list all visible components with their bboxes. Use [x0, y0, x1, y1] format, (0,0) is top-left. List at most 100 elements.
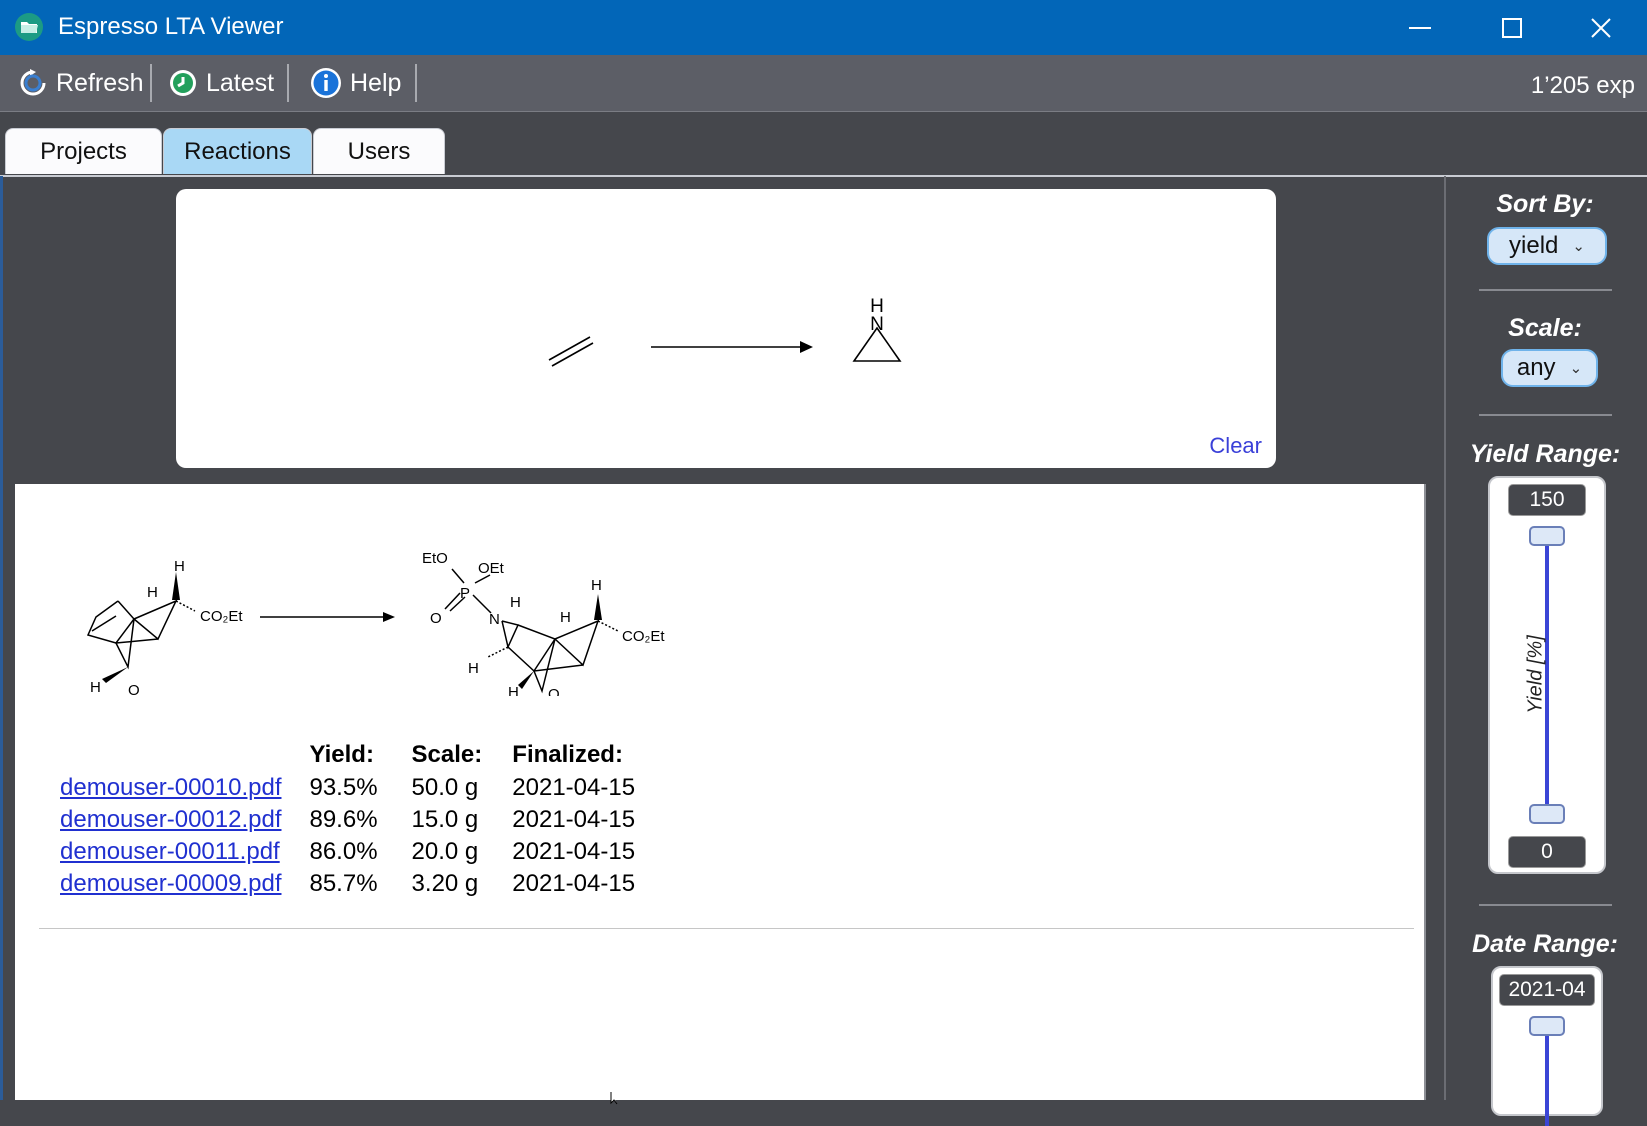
- tab-reactions[interactable]: Reactions: [163, 128, 312, 174]
- minimize-button[interactable]: [1374, 0, 1466, 55]
- finalized-cell: 2021-04-15: [512, 806, 636, 833]
- mouse-cursor-icon: [610, 1092, 618, 1105]
- scheme-reaction-arrow: [260, 612, 395, 622]
- title-bar: Espresso LTA Viewer: [0, 0, 1647, 55]
- help-button[interactable]: Help: [310, 63, 401, 103]
- sidebar-separator: [1479, 289, 1612, 291]
- sort-by-select[interactable]: yield ⌄: [1487, 227, 1607, 265]
- yield-max-value: 150: [1508, 484, 1586, 516]
- product-oet-label: OEt: [478, 560, 505, 577]
- product-wedge-bond: [518, 671, 534, 689]
- sort-by-label: Sort By:: [1496, 190, 1594, 218]
- table-row: demouser-00009.pdf 85.7% 3.20 g 2021-04-…: [60, 868, 669, 900]
- reactant-wedge-bond: [102, 667, 128, 683]
- product-wedge-bond: [594, 594, 602, 620]
- reactant-h-label: H: [90, 679, 101, 696]
- sort-by-value: yield: [1509, 232, 1559, 259]
- results-panel: H H H O CO₂Et EtO OEt P O N H H H H H O …: [15, 484, 1426, 1105]
- yield-min-handle[interactable]: [1529, 804, 1565, 824]
- tab-users[interactable]: Users: [313, 128, 445, 174]
- date-range-label: Date Range:: [1472, 930, 1618, 958]
- result-divider: [39, 928, 1414, 929]
- scale-label: Scale:: [1508, 314, 1582, 342]
- clear-query-button[interactable]: Clear: [1209, 433, 1262, 459]
- product-ester-label: CO₂Et: [622, 628, 665, 645]
- finalized-cell: 2021-04-15: [512, 870, 636, 897]
- scale-value: any: [1516, 354, 1556, 381]
- ethylene-structure: [548, 336, 594, 367]
- scale-cell: 20.0 g: [411, 838, 479, 865]
- maximize-button[interactable]: [1466, 0, 1558, 55]
- chevron-down-icon: ⌄: [1569, 360, 1583, 377]
- table-row: demouser-00012.pdf 89.6% 15.0 g 2021-04-…: [60, 804, 669, 836]
- minimize-icon: [1409, 26, 1431, 29]
- pdf-link[interactable]: demouser-00010.pdf: [60, 774, 281, 801]
- reactant-structure: [86, 599, 196, 670]
- yield-cell: 93.5%: [309, 774, 378, 801]
- experiment-count: 1’205 exp: [1530, 72, 1635, 99]
- date-range-slider[interactable]: 2021-04: [1491, 966, 1603, 1126]
- query-reaction-drawing: H N: [548, 296, 902, 367]
- sidebar-separator: [1479, 414, 1612, 416]
- aziridine-n-label: N: [870, 314, 884, 335]
- reactant-h-label: H: [174, 558, 185, 575]
- scale-select[interactable]: any ⌄: [1501, 349, 1598, 387]
- product-h-label: H: [591, 577, 602, 594]
- tab-underline: [0, 175, 1647, 177]
- product-h-label: H: [560, 609, 571, 626]
- yield-min-value: 0: [1508, 836, 1586, 868]
- toolbar-separator: [415, 64, 417, 102]
- table-row: demouser-00010.pdf 93.5% 50.0 g 2021-04-…: [60, 772, 669, 804]
- reactant-h-label: H: [147, 584, 158, 601]
- maximize-icon: [1502, 17, 1522, 38]
- date-max-value: 2021-04: [1499, 974, 1595, 1006]
- scale-cell: 15.0 g: [411, 806, 479, 833]
- tab-projects[interactable]: Projects: [5, 128, 162, 174]
- reactant-ester-label: CO₂Et: [200, 608, 243, 625]
- toolbar-separator: [150, 64, 152, 102]
- yield-max-handle[interactable]: [1529, 526, 1565, 546]
- yield-cell: 89.6%: [309, 806, 378, 833]
- header-finalized: Finalized:: [512, 741, 623, 768]
- app-folder-icon: [15, 13, 43, 41]
- close-icon: [1591, 17, 1611, 38]
- refresh-button[interactable]: Refresh: [18, 63, 144, 103]
- close-button[interactable]: [1555, 0, 1647, 55]
- reaction-scheme-drawing: H H H O CO₂Et EtO OEt P O N H H H H H O …: [86, 550, 665, 696]
- chevron-down-icon: ⌄: [1572, 238, 1585, 255]
- yield-cell: 85.7%: [309, 870, 378, 897]
- sidebar-divider: [1444, 176, 1446, 1100]
- experiments-table: Yield: Scale: Finalized: demouser-00010.…: [60, 740, 669, 900]
- header-file: [60, 740, 309, 772]
- product-h-label: H: [510, 594, 521, 611]
- yield-axis-caption: Yield [%]: [1524, 635, 1547, 714]
- product-p-label: P: [460, 585, 470, 602]
- pdf-link[interactable]: demouser-00009.pdf: [60, 870, 281, 897]
- reactant-o-label: O: [128, 682, 140, 696]
- pdf-link[interactable]: demouser-00011.pdf: [60, 838, 280, 865]
- product-eto-label: EtO: [422, 550, 448, 567]
- pdf-link[interactable]: demouser-00012.pdf: [60, 806, 281, 833]
- scale-cell: 3.20 g: [411, 870, 479, 897]
- finalized-cell: 2021-04-15: [512, 838, 636, 865]
- info-icon: [311, 68, 341, 98]
- refresh-label: Refresh: [56, 68, 144, 97]
- window-left-border: [0, 176, 3, 1100]
- date-max-handle[interactable]: [1529, 1016, 1565, 1036]
- history-clock-icon: [170, 70, 196, 96]
- query-reaction-arrow: [651, 341, 813, 353]
- toolbar: Refresh Latest Help 1’205 exp: [0, 55, 1647, 112]
- reaction-query-panel[interactable]: H N Clear: [176, 189, 1276, 468]
- latest-button[interactable]: Latest: [168, 63, 274, 103]
- yield-range-slider[interactable]: 150 Yield [%] 0: [1488, 476, 1606, 874]
- latest-label: Latest: [206, 68, 275, 97]
- table-header-row: Yield: Scale: Finalized:: [60, 740, 669, 772]
- scale-cell: 50.0 g: [411, 774, 479, 801]
- finalized-cell: 2021-04-15: [512, 774, 636, 801]
- toolbar-separator: [287, 64, 289, 102]
- date-slider-track: [1545, 1026, 1549, 1126]
- product-h-label: H: [508, 684, 519, 696]
- sidebar-separator: [1479, 904, 1612, 906]
- header-scale: Scale:: [411, 741, 483, 768]
- reactant-wedge-bond: [172, 572, 180, 600]
